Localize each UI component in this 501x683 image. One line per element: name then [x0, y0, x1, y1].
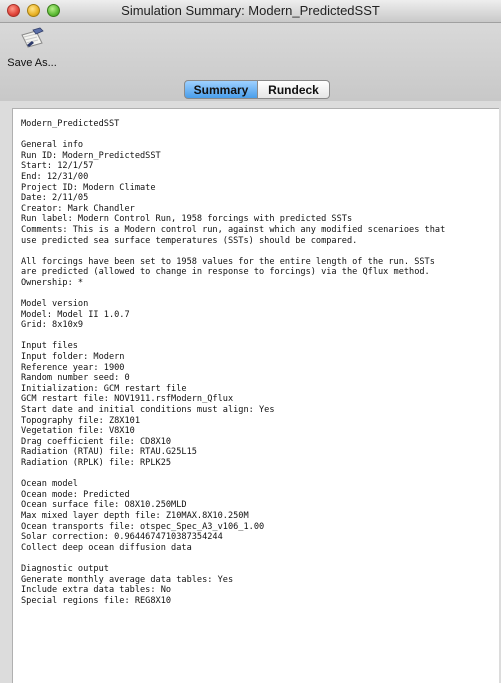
summary-line: General info — [21, 140, 84, 151]
summary-line: Solar correction: 0.9644674710387354244 — [21, 532, 223, 543]
summary-line: Reference year: 1900 — [21, 362, 125, 373]
summary-line: Topography file: Z8X101 — [21, 415, 140, 426]
summary-line: Start: 12/1/57 — [21, 161, 94, 172]
summary-line: Include extra data tables: No — [21, 585, 172, 596]
summary-line: Start date and initial conditions must a… — [21, 405, 275, 416]
summary-line: Input folder: Modern — [21, 352, 125, 363]
summary-line: Generate monthly average data tables: Ye… — [21, 574, 234, 585]
summary-line: Ocean surface file: O8X10.250MLD — [21, 500, 187, 511]
summary-line: Run ID: Modern_PredictedSST — [21, 150, 161, 161]
summary-line: Special regions file: REG8X10 — [21, 595, 172, 606]
save-as-icon — [18, 27, 46, 53]
summary-line: Run label: Modern Control Run, 1958 forc… — [21, 214, 353, 225]
summary-line: Collect deep ocean diffusion data — [21, 542, 192, 553]
summary-line: Ocean transports file: otspec_Spec_A3_v1… — [21, 521, 265, 532]
summary-line: Ocean model — [21, 479, 78, 490]
tab-summary[interactable]: Summary — [184, 80, 258, 99]
summary-line: Ocean mode: Predicted — [21, 489, 130, 500]
summary-line: Model version — [21, 299, 89, 310]
summary-line: Date: 2/11/05 — [21, 193, 89, 204]
summary-line: Modern_PredictedSST — [21, 119, 120, 129]
summary-line: End: 12/31/00 — [21, 171, 89, 182]
summary-line: Diagnostic output — [21, 563, 109, 574]
summary-line: use predicted sea surface temperatures (… — [21, 235, 358, 246]
save-as-label: Save As... — [7, 57, 57, 69]
summary-line: GCM restart file: NOV1911.rsfModern_Qflu… — [21, 394, 234, 405]
summary-line — [21, 289, 499, 300]
summary-line: Creator: Mark Chandler — [21, 203, 135, 214]
summary-line: Drag coefficient file: CD8X10 — [21, 436, 172, 447]
summary-text-area[interactable]: Modern_PredictedSST General info Run ID: M… — [12, 108, 499, 683]
save-as-button[interactable]: Save As... — [7, 27, 57, 79]
tab-bar: Summary Rundeck — [184, 80, 330, 100]
summary-line: Ownership: * — [21, 277, 84, 288]
summary-line — [21, 331, 499, 342]
summary-line: Radiation (RTAU) file: RTAU.G25L15 — [21, 447, 197, 458]
summary-line — [21, 246, 499, 257]
summary-text: Modern_PredictedSST General info Run ID: M… — [13, 109, 499, 606]
title-bar[interactable]: Simulation Summary: Modern_PredictedSST — [0, 0, 501, 23]
summary-line — [21, 469, 499, 480]
summary-line: Project ID: Modern Climate — [21, 182, 156, 193]
tab-rundeck[interactable]: Rundeck — [258, 80, 330, 99]
summary-line: All forcings have been set to 1958 value… — [21, 256, 435, 267]
summary-line: Comments: This is a Modern control run, … — [21, 224, 446, 235]
summary-line: Radiation (RPLK) file: RPLK25 — [21, 458, 172, 468]
summary-line: Max mixed layer depth file: Z10MAX.8X10.… — [21, 510, 249, 521]
summary-line: Random number seed: 0 — [21, 373, 130, 384]
summary-line — [21, 553, 499, 564]
summary-line: Model: Model II 1.0.7 — [21, 309, 130, 320]
summary-line: Grid: 8x10x9 — [21, 320, 84, 331]
summary-line: Initialization: GCM restart file — [21, 383, 187, 394]
summary-line: are predicted (allowed to change in resp… — [21, 267, 430, 278]
window-title: Simulation Summary: Modern_PredictedSST — [121, 3, 380, 18]
summary-line — [21, 130, 499, 141]
summary-line: Vegetation file: V8X10 — [21, 426, 135, 437]
summary-line: Input files — [21, 341, 78, 352]
simulation-summary-window: Simulation Summary: Modern_PredictedSST … — [0, 0, 501, 683]
